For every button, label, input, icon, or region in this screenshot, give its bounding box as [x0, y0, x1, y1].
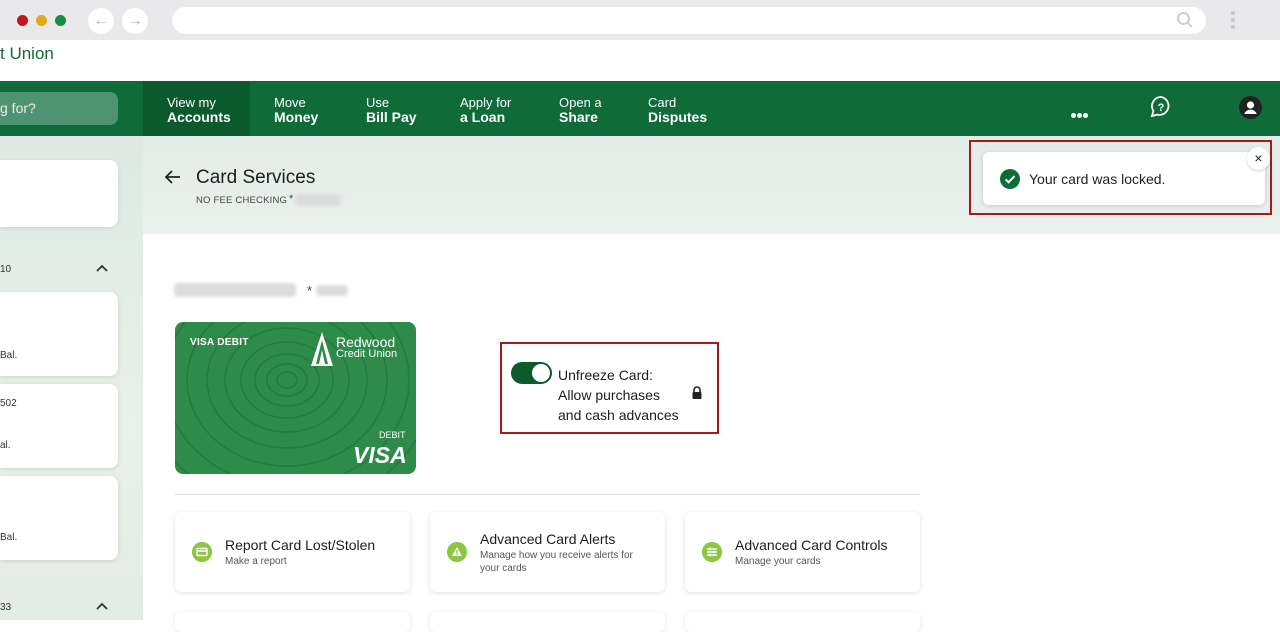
check-circle-icon	[1000, 169, 1020, 189]
nav-move-money[interactable]: Move Money	[250, 81, 342, 136]
balance-label: al.	[0, 440, 11, 451]
service-tile[interactable]	[175, 612, 410, 632]
accounts-sidebar: 10 Bal. 502 al. Bal. 33	[0, 136, 143, 620]
account-number-suffix: 502	[0, 398, 17, 409]
minimize-window-dot[interactable]	[36, 15, 47, 26]
report-lost-stolen-tile[interactable]: Report Card Lost/Stolen Make a report	[175, 512, 410, 592]
back-arrow-icon[interactable]	[164, 168, 182, 186]
address-bar[interactable]	[172, 7, 1206, 34]
brand-name[interactable]: t Union	[0, 44, 54, 64]
close-icon[interactable]: ×	[1247, 147, 1270, 170]
tile-title: Advanced Card Alerts	[480, 531, 616, 547]
nav-label-line1: Use	[366, 95, 390, 110]
close-window-dot[interactable]	[17, 15, 28, 26]
nav-label-line1: Move	[274, 95, 306, 110]
search-input[interactable]: g for?	[0, 92, 118, 125]
tile-subtitle: Make a report	[225, 556, 287, 567]
nav-label-line2: Share	[559, 109, 598, 125]
nav-label-line2: Bill Pay	[366, 109, 417, 125]
debit-card-image: VISA DEBIT Redwood Credit Union DEBIT VI…	[175, 322, 416, 474]
search-icon	[1177, 12, 1193, 28]
card-mask-star: *	[307, 283, 313, 298]
browser-menu-icon[interactable]	[1226, 8, 1240, 36]
account-card[interactable]	[0, 160, 118, 227]
balance-label: Bal.	[0, 532, 18, 543]
tile-title: Advanced Card Controls	[735, 537, 888, 553]
account-mask-star: *	[289, 193, 294, 205]
redwood-tree-logo-icon	[311, 332, 333, 366]
section-divider	[175, 494, 920, 495]
controls-icon	[702, 542, 722, 562]
account-card[interactable]: Bal.	[0, 292, 118, 376]
balance-label: Bal.	[0, 350, 18, 361]
account-card[interactable]: Bal.	[0, 476, 118, 560]
main-navigation: g for? View my Accounts Move Money Use Bill…	[0, 81, 1280, 136]
nav-label-line1: Card	[648, 95, 677, 110]
brand-bar: t Union	[0, 40, 1280, 81]
search-placeholder: g for?	[0, 100, 36, 116]
browser-toolbar: ← →	[0, 0, 1280, 40]
toggle-knob	[532, 364, 550, 382]
redacted-cardholder-name	[174, 283, 296, 297]
nav-label-line2: Money	[274, 109, 319, 125]
nav-bill-pay[interactable]: Use Bill Pay	[342, 81, 436, 136]
nav-label-line1: Open a	[559, 95, 602, 110]
service-tile[interactable]	[430, 612, 665, 632]
nav-view-accounts[interactable]: View my Accounts	[143, 81, 250, 136]
tile-subtitle: Manage how you receive alerts for your c…	[480, 550, 633, 574]
lock-icon	[692, 386, 702, 399]
account-card[interactable]: 502 al.	[0, 384, 118, 468]
toggle-label-line2: Allow purchases	[558, 387, 660, 403]
toggle-label-line3: and cash advances	[558, 407, 679, 423]
maximize-window-dot[interactable]	[55, 15, 66, 26]
service-tile[interactable]	[685, 612, 920, 632]
nav-label-line2: a Loan	[460, 109, 506, 125]
card-icon	[192, 542, 212, 562]
nav-apply-loan[interactable]: Apply for a Loan	[436, 81, 535, 136]
svg-text:?: ?	[1158, 102, 1165, 114]
browser-back-icon[interactable]: ←	[88, 8, 114, 34]
advanced-card-controls-tile[interactable]: Advanced Card Controls Manage your cards	[685, 512, 920, 592]
card-debit-label: DEBIT	[379, 430, 406, 440]
more-options-icon[interactable]	[1071, 105, 1091, 118]
redacted-account-number	[295, 194, 341, 206]
card-type-label: VISA DEBIT	[190, 337, 249, 348]
advanced-card-alerts-tile[interactable]: Advanced Card Alerts Manage how you rece…	[430, 512, 665, 592]
alert-icon	[447, 542, 467, 562]
toast-message: Your card was locked.	[1029, 171, 1166, 187]
chevron-up-icon[interactable]	[96, 264, 108, 272]
nav-label-line1: View my	[167, 95, 216, 110]
visa-logo: VISA	[353, 442, 407, 468]
nav-open-share[interactable]: Open a Share	[535, 81, 624, 136]
nav-card-disputes[interactable]: Card Disputes	[624, 81, 734, 136]
account-group-label: 10	[0, 264, 12, 275]
nav-label-line2: Disputes	[648, 109, 708, 125]
account-type-label: NO FEE CHECKING	[196, 195, 288, 206]
chevron-up-icon[interactable]	[96, 602, 108, 610]
help-chat-icon[interactable]: ?	[1149, 95, 1173, 119]
nav-label-line2: Accounts	[167, 109, 231, 125]
browser-forward-icon[interactable]: →	[122, 8, 148, 34]
user-profile-icon[interactable]	[1239, 96, 1262, 119]
nav-label-line1: Apply for	[460, 95, 512, 110]
toggle-label-line1: Unfreeze Card:	[558, 367, 653, 383]
page-title: Card Services	[196, 167, 316, 188]
card-brand-subname: Credit Union	[336, 348, 398, 360]
tile-title: Report Card Lost/Stolen	[225, 537, 376, 553]
tile-subtitle: Manage your cards	[735, 556, 821, 567]
redacted-card-number	[316, 285, 348, 296]
unfreeze-card-label: Unfreeze Card: Allow purchases and cash …	[558, 365, 688, 425]
unfreeze-card-toggle[interactable]	[511, 362, 552, 384]
account-group-label: 33	[0, 602, 12, 613]
